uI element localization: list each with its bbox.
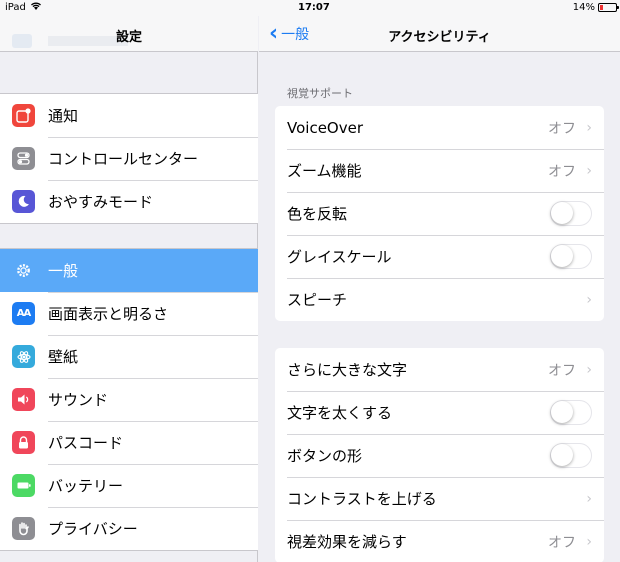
- row-label: VoiceOver: [287, 118, 363, 137]
- accessibility-row[interactable]: スピーチ ›: [275, 278, 604, 321]
- speaker-icon: [12, 388, 35, 411]
- settings-group: 通知コントロールセンター おやすみモード: [0, 93, 258, 224]
- accessibility-row[interactable]: VoiceOver オフ ›: [275, 106, 604, 149]
- row-label: ボタンの形: [287, 447, 363, 465]
- wallpaper-icon: [12, 345, 35, 368]
- sidebar-item-display-brightness[interactable]: AA 画面表示と明るさ: [0, 292, 258, 335]
- toggle-switch[interactable]: [550, 443, 592, 468]
- toggle-switch[interactable]: [550, 244, 592, 269]
- notifications-icon: [12, 104, 35, 127]
- sidebar-item-hand[interactable]: プライバシー: [0, 507, 258, 550]
- sidebar-item-do-not-disturb[interactable]: おやすみモード: [0, 180, 258, 223]
- settings-sidebar: 設定 通知コントロールセンター おやすみモード 一般 AA 画面表示と明るさ 壁紙サウンド…: [0, 0, 258, 562]
- sidebar-item-label: 一般: [48, 262, 79, 280]
- chevron-right-icon: ›: [586, 490, 592, 507]
- sidebar-item-notifications[interactable]: 通知: [0, 94, 258, 137]
- page-title: アクセシビリティ: [388, 30, 491, 45]
- sidebar-item-label: コントロールセンター: [48, 150, 199, 168]
- toggle-knob: [551, 444, 573, 466]
- display-brightness-icon: AA: [12, 302, 35, 325]
- accessibility-row[interactable]: グレイスケール: [275, 235, 604, 278]
- sidebar-item-label: バッテリー: [48, 477, 124, 495]
- sidebar-item-lock[interactable]: パスコード: [0, 421, 258, 464]
- sidebar-item-label: サウンド: [48, 391, 109, 409]
- battery-percent: 14%: [572, 2, 595, 13]
- row-value: オフ: [548, 163, 576, 180]
- sidebar-item-label: 通知: [48, 107, 79, 125]
- row-label: コントラストを上げる: [287, 490, 437, 508]
- carrier-label: iPad: [5, 2, 26, 13]
- row-value: オフ: [548, 534, 576, 551]
- accessibility-row[interactable]: 文字を太くする: [275, 391, 604, 434]
- sidebar-item-label: パスコード: [48, 434, 124, 452]
- accessibility-row[interactable]: 色を反転: [275, 192, 604, 235]
- battery-icon: [598, 3, 619, 12]
- sidebar-title: 設定: [115, 30, 142, 45]
- sidebar-item-label: 壁紙: [48, 348, 79, 366]
- chevron-right-icon: ›: [586, 162, 592, 179]
- toggle-switch[interactable]: [550, 201, 592, 226]
- sidebar-item-label: プライバシー: [48, 520, 138, 538]
- sidebar-item-battery[interactable]: バッテリー: [0, 464, 258, 507]
- status-time: 17:07: [298, 2, 330, 13]
- row-label: スピーチ: [287, 291, 348, 309]
- sidebar-item-label: 画面表示と明るさ: [48, 305, 169, 323]
- accessibility-row[interactable]: ボタンの形: [275, 434, 604, 477]
- section-header: 視覚サポート: [287, 87, 353, 100]
- chevron-right-icon: ›: [586, 291, 592, 308]
- gear-icon: [12, 259, 35, 282]
- detail-nav-bar: ‹ 一般 アクセシビリティ: [259, 16, 620, 52]
- accessibility-row[interactable]: さらに大きな文字 オフ ›: [275, 348, 604, 391]
- row-value: オフ: [548, 120, 576, 137]
- settings-group: 一般 AA 画面表示と明るさ 壁紙サウンドパスコードバッテリープライバシー: [0, 248, 258, 551]
- chevron-right-icon: ›: [586, 119, 592, 136]
- toggle-knob: [551, 401, 573, 423]
- row-label: ズーム機能: [287, 162, 362, 180]
- hand-icon: [12, 517, 35, 540]
- battery-icon: [12, 474, 35, 497]
- sidebar-item-speaker[interactable]: サウンド: [0, 378, 258, 421]
- row-label: 文字を太くする: [287, 404, 393, 422]
- accessibility-pane: ‹ 一般 アクセシビリティ 視覚サポート VoiceOver オフ › ズーム機能 オフ ›…: [259, 0, 620, 562]
- toggle-knob: [551, 245, 573, 267]
- sidebar-item-label: おやすみモード: [48, 193, 154, 211]
- status-bar: iPad 17:07 14%: [0, 0, 620, 16]
- accessibility-row[interactable]: 視差効果を減らす オフ ›: [275, 520, 604, 562]
- accessibility-row[interactable]: コントラストを上げる ›: [275, 477, 604, 520]
- toggle-knob: [551, 202, 573, 224]
- sidebar-nav-bar: 設定: [0, 16, 258, 52]
- settings-card: さらに大きな文字 オフ › 文字を太くする ボタンの形 コントラストを上げる › 視差効果を減…: [275, 348, 604, 562]
- accessibility-row[interactable]: ズーム機能 オフ ›: [275, 149, 604, 192]
- wifi-icon: [30, 1, 42, 14]
- toggle-switch[interactable]: [550, 400, 592, 425]
- control-center-icon: [12, 147, 35, 170]
- row-label: 色を反転: [287, 205, 348, 223]
- row-label: さらに大きな文字: [287, 361, 408, 379]
- row-label: 視差効果を減らす: [287, 533, 407, 551]
- lock-icon: [12, 431, 35, 454]
- sidebar-item-control-center[interactable]: コントロールセンター: [0, 137, 258, 180]
- row-value: オフ: [548, 362, 576, 379]
- settings-card: VoiceOver オフ › ズーム機能 オフ › 色を反転グレイスケール スピーチ ›: [275, 106, 604, 321]
- chevron-right-icon: ›: [586, 361, 592, 378]
- sidebar-item-gear[interactable]: 一般: [0, 249, 258, 292]
- chevron-right-icon: ›: [586, 533, 592, 550]
- row-label: グレイスケール: [287, 248, 392, 266]
- do-not-disturb-icon: [12, 190, 35, 213]
- sidebar-item-wallpaper[interactable]: 壁紙: [0, 335, 258, 378]
